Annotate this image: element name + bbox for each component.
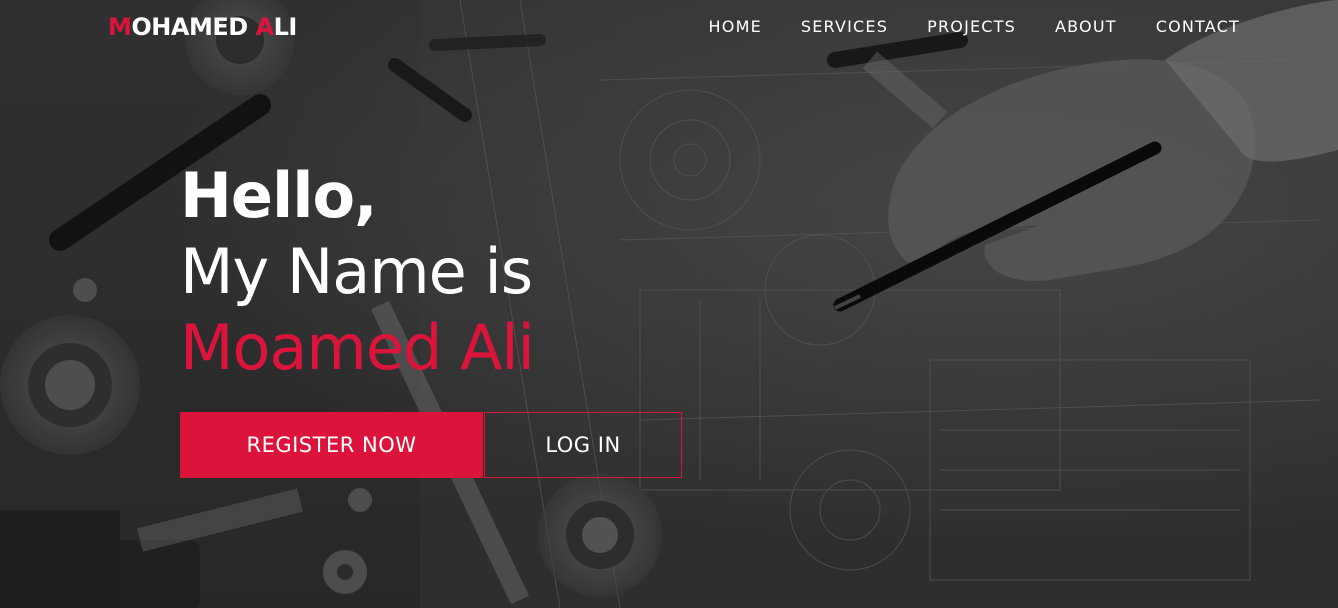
hero-headline: Hello, My Name is Moamed Ali [180, 158, 535, 386]
nav-home[interactable]: HOME [709, 14, 762, 40]
nav-about[interactable]: ABOUT [1055, 14, 1117, 40]
site-logo[interactable]: MOHAMED ALI [108, 12, 297, 42]
logo-last-rest: LI [273, 13, 298, 41]
headline-greeting: Hello, [180, 159, 378, 232]
main-navigation: HOME SERVICES PROJECTS ABOUT CONTACT [709, 14, 1240, 40]
headline-name: Moamed Ali [180, 311, 535, 384]
logo-initial-first: M [108, 13, 132, 41]
nav-services[interactable]: SERVICES [801, 14, 888, 40]
log-in-button[interactable]: LOG IN [484, 412, 682, 478]
headline-intro: My Name is [180, 235, 533, 308]
logo-initial-last: A [255, 13, 275, 41]
logo-first-rest: OHAMED [131, 13, 256, 41]
nav-contact[interactable]: CONTACT [1156, 14, 1240, 40]
nav-projects[interactable]: PROJECTS [927, 14, 1016, 40]
register-now-button[interactable]: REGISTER NOW [180, 412, 483, 478]
